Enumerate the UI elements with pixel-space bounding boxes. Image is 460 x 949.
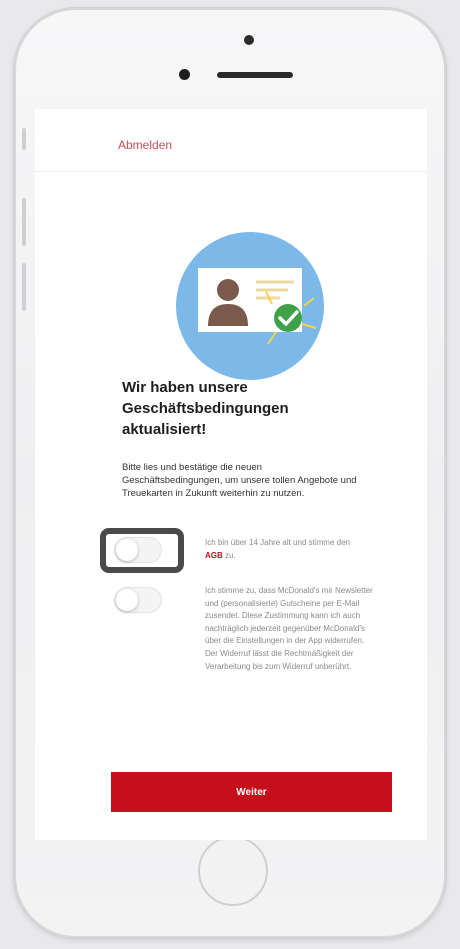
newsletter-toggle[interactable] xyxy=(114,587,162,613)
front-camera xyxy=(244,35,254,45)
top-bar: Abmelden xyxy=(35,109,427,172)
terms-consent-suffix: zu. xyxy=(222,550,236,560)
mute-switch xyxy=(22,128,26,150)
app-screen: Abmelden Wir haben unsere Geschäftsbedin… xyxy=(35,109,427,840)
logout-link[interactable]: Abmelden xyxy=(118,138,172,152)
earpiece-speaker xyxy=(217,72,293,78)
profile-card-check-illustration xyxy=(176,232,324,380)
highlight-frame xyxy=(100,528,184,573)
toggle-knob xyxy=(116,589,138,611)
newsletter-consent-text: Ich stimme zu, dass McDonald's mir Newsl… xyxy=(205,586,373,671)
home-button[interactable] xyxy=(198,836,268,906)
volume-down-button xyxy=(22,263,26,311)
intro-text: Bitte lies und bestätige die neuen Gesch… xyxy=(122,462,357,500)
agb-link[interactable]: AGB xyxy=(205,551,223,560)
page-title: Wir haben unsere Geschäftsbedingungen ak… xyxy=(122,379,289,438)
volume-up-button xyxy=(22,198,26,246)
scroll-fade xyxy=(35,717,427,751)
terms-consent-label: Ich bin über 14 Jahre alt und stimme den xyxy=(205,538,350,547)
weiter-button[interactable]: Weiter xyxy=(111,772,392,812)
proximity-sensor xyxy=(179,69,190,80)
terms-consent-text: Ich bin über 14 Jahre alt und stimme den… xyxy=(205,537,365,562)
